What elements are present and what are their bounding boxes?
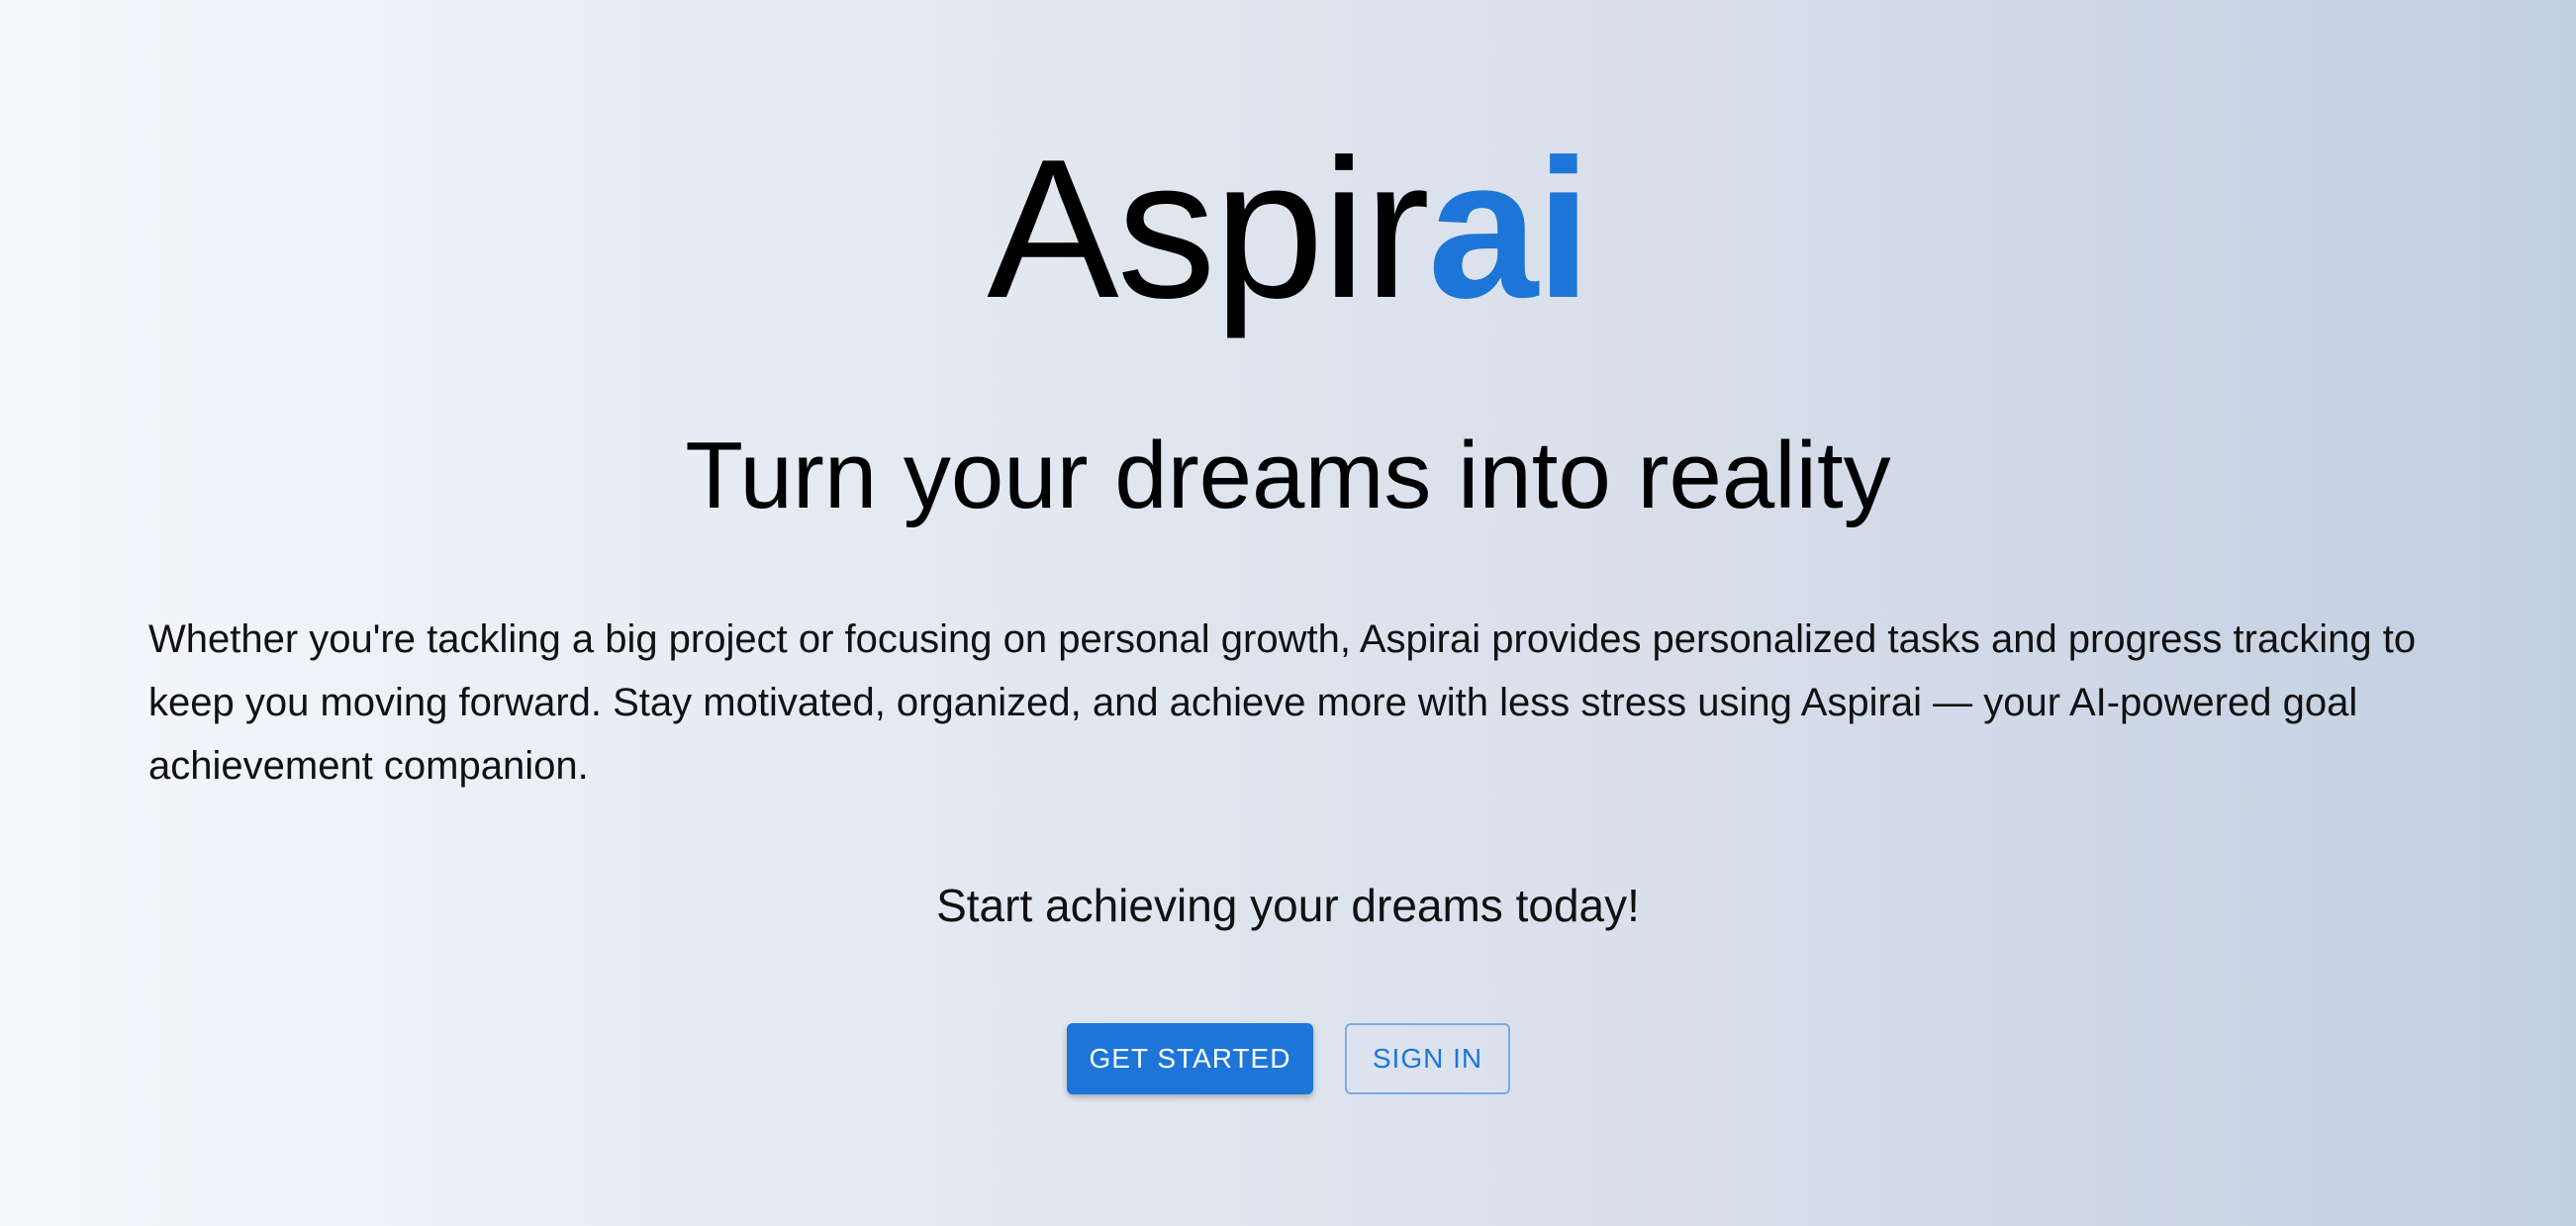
hero-description: Whether you're tackling a big project or… xyxy=(148,617,2417,788)
sign-in-button[interactable]: SIGN IN xyxy=(1345,1023,1510,1094)
logo-accent: ai xyxy=(1427,119,1591,339)
logo-prefix: Aspir xyxy=(987,119,1430,339)
hero-headline: Turn your dreams into reality xyxy=(685,423,1891,528)
cta-text: Start achieving your dreams today! xyxy=(936,880,1640,931)
get-started-button[interactable]: GET STARTED xyxy=(1067,1023,1313,1094)
brand-logo: Aspirai xyxy=(0,131,2576,329)
